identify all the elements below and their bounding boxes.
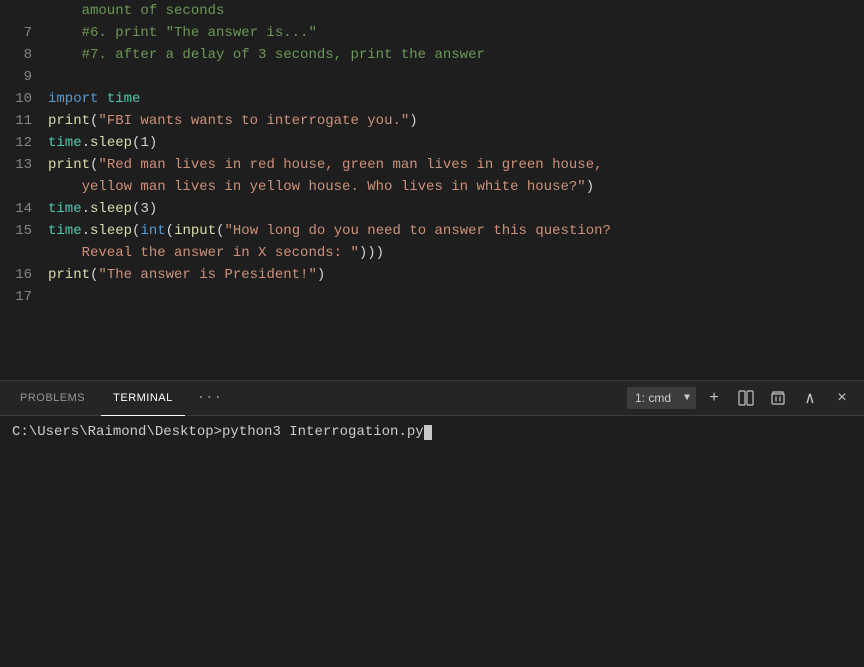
terminal-prompt-text: C:\Users\Raimond\Desktop>python3 Interro… — [12, 424, 424, 440]
code-editor: amount of seconds 7 #6. print "The answe… — [0, 0, 864, 380]
code-line-13-cont: yellow man lives in yellow house. Who li… — [0, 176, 864, 198]
code-line-9: 9 — [0, 66, 864, 88]
code-line-14: 14 time.sleep(3) — [0, 198, 864, 220]
close-panel-button[interactable]: × — [828, 384, 856, 412]
code-line-16: 16 print("The answer is President!") — [0, 264, 864, 286]
code-line: amount of seconds — [0, 0, 864, 22]
panel: PROBLEMS TERMINAL ··· 1: cmd ▼ + — [0, 380, 864, 667]
code-line-10: 10 import time — [0, 88, 864, 110]
terminal-selector-wrapper: 1: cmd ▼ — [627, 387, 696, 409]
terminal-cursor — [424, 425, 432, 440]
code-line-15: 15 time.sleep(int(input("How long do you… — [0, 220, 864, 242]
terminal-content[interactable]: C:\Users\Raimond\Desktop>python3 Interro… — [0, 416, 864, 667]
code-line-15-cont: Reveal the answer in X seconds: "))) — [0, 242, 864, 264]
code-line-11: 11 print("FBI wants wants to interrogate… — [0, 110, 864, 132]
tab-ellipsis[interactable]: ··· — [189, 381, 230, 416]
tab-terminal[interactable]: TERMINAL — [101, 381, 185, 416]
terminal-prompt: C:\Users\Raimond\Desktop>python3 Interro… — [12, 424, 852, 440]
kill-terminal-button[interactable] — [764, 384, 792, 412]
split-terminal-button[interactable] — [732, 384, 760, 412]
code-line-7: 7 #6. print "The answer is..." — [0, 22, 864, 44]
panel-actions: 1: cmd ▼ + ∧ × — [627, 384, 856, 412]
add-terminal-button[interactable]: + — [700, 384, 728, 412]
code-line-12: 12 time.sleep(1) — [0, 132, 864, 154]
code-line-17: 17 — [0, 286, 864, 308]
code-line-13: 13 print("Red man lives in red house, gr… — [0, 154, 864, 176]
panel-tab-bar: PROBLEMS TERMINAL ··· 1: cmd ▼ + — [0, 381, 864, 416]
code-line-8: 8 #7. after a delay of 3 seconds, print … — [0, 44, 864, 66]
maximize-panel-button[interactable]: ∧ — [796, 384, 824, 412]
terminal-selector[interactable]: 1: cmd — [627, 387, 696, 409]
tab-problems[interactable]: PROBLEMS — [8, 381, 97, 416]
